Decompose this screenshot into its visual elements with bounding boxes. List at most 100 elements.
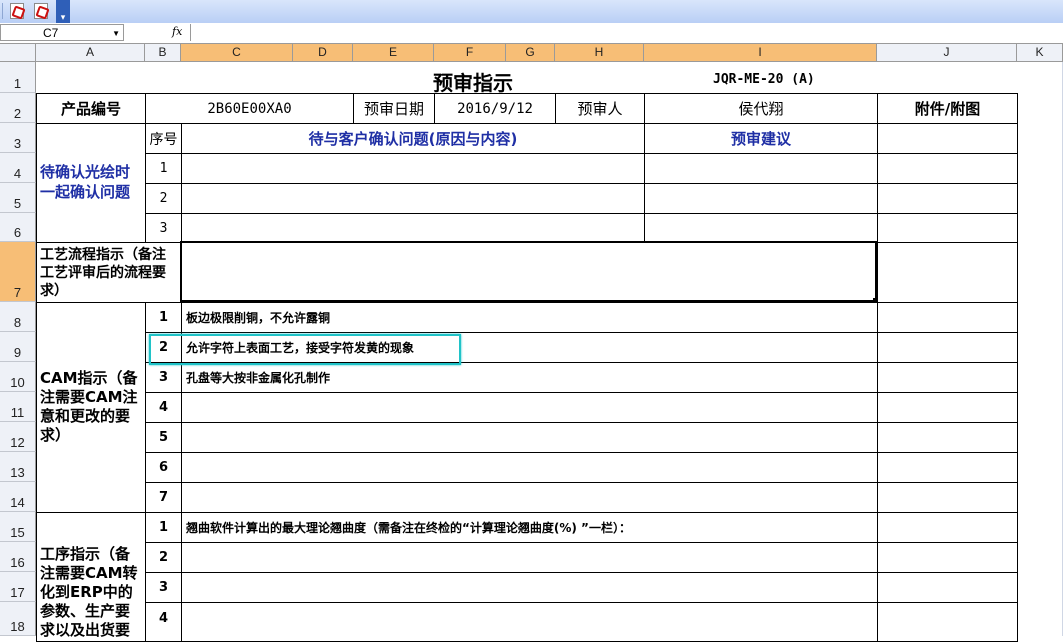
attachment-cell[interactable]: [877, 482, 1018, 513]
column-header-c[interactable]: C: [181, 44, 293, 62]
row-header-9[interactable]: 9: [0, 332, 36, 362]
process-input-cell[interactable]: [181, 242, 878, 303]
confirm-seq-2[interactable]: 2: [145, 183, 182, 214]
proc-item-1[interactable]: 翘曲软件计算出的最大理论翘曲度（需备注在终检的“计算理论翘曲度(%) ”一栏）：: [181, 512, 878, 543]
cam-seq-1[interactable]: 1: [145, 302, 182, 333]
confirm-suggest-cell[interactable]: [644, 183, 878, 214]
cam-seq-7[interactable]: 7: [145, 482, 182, 513]
row-header-11[interactable]: 11: [0, 392, 36, 422]
column-header-e[interactable]: E: [353, 44, 434, 62]
function-icon[interactable]: fx: [172, 25, 182, 38]
confirm-seq-1[interactable]: 1: [145, 153, 182, 184]
suggest-header[interactable]: 预审建议: [644, 123, 878, 154]
column-header-g[interactable]: G: [506, 44, 555, 62]
cam-seq-5[interactable]: 5: [145, 422, 182, 453]
confirm-issue-cell[interactable]: [181, 183, 645, 214]
row-header-4[interactable]: 4: [0, 153, 36, 183]
attachment-cell[interactable]: [877, 123, 1018, 154]
attachment-cell[interactable]: [877, 572, 1018, 603]
attachment-cell[interactable]: [877, 542, 1018, 573]
attachment-cell[interactable]: [877, 362, 1018, 393]
proc-seq-1[interactable]: 1: [145, 512, 182, 543]
row-header-13[interactable]: 13: [0, 452, 36, 482]
toolbar-options-button[interactable]: ▾: [56, 0, 70, 23]
confirm-suggest-cell[interactable]: [644, 213, 878, 243]
review-date-value[interactable]: 2016/9/12: [434, 93, 556, 124]
column-header-i[interactable]: I: [644, 44, 877, 62]
column-header-a[interactable]: A: [36, 44, 145, 62]
name-box-value: C7: [43, 26, 59, 40]
row-header-15[interactable]: 15: [0, 512, 36, 542]
attachment-cell[interactable]: [877, 512, 1018, 543]
cam-item-5[interactable]: [181, 422, 878, 453]
column-header-b[interactable]: B: [145, 44, 181, 62]
row-header-8[interactable]: 8: [0, 302, 36, 332]
row-header-16[interactable]: 16: [0, 542, 36, 572]
attachment-cell[interactable]: [877, 183, 1018, 214]
row-header-10[interactable]: 10: [0, 362, 36, 392]
select-all-corner[interactable]: [0, 44, 36, 62]
row-header-12[interactable]: 12: [0, 422, 36, 452]
attachment-cell[interactable]: [877, 213, 1018, 243]
column-header-f[interactable]: F: [434, 44, 506, 62]
row-header-6[interactable]: 6: [0, 213, 36, 242]
proc-item-3[interactable]: [181, 572, 878, 603]
reviewer-value[interactable]: 侯代翔: [644, 93, 878, 124]
cam-item-1[interactable]: 板边极限削铜，不允许露铜: [181, 302, 878, 333]
proc-seq-4[interactable]: 4: [145, 602, 182, 642]
title-cell[interactable]: 预审指示 JQR-ME-20 (A): [36, 62, 1017, 94]
confirm-issue-cell[interactable]: [181, 213, 645, 243]
row-header-1[interactable]: 1: [0, 62, 36, 93]
proc-item-2[interactable]: [181, 542, 878, 573]
column-header-j[interactable]: J: [877, 44, 1017, 62]
issues-header[interactable]: 待与客户确认问题(原因与内容): [181, 123, 645, 154]
pdf-icon[interactable]: [8, 2, 26, 20]
cam-seq-4[interactable]: 4: [145, 392, 182, 423]
cam-section-label[interactable]: CAM指示（备注需要CAM注意和更改的要求）: [36, 302, 146, 513]
proc-item-4[interactable]: [181, 602, 878, 642]
row-header-5[interactable]: 5: [0, 183, 36, 213]
attachment-cell[interactable]: [877, 153, 1018, 184]
cam-seq-6[interactable]: 6: [145, 452, 182, 483]
attachment-cell[interactable]: [877, 602, 1018, 642]
proc-section-label[interactable]: 工序指示（备注需要CAM转化到ERP中的参数、生产要求以及出货要: [36, 512, 146, 642]
pdf-settings-icon[interactable]: [32, 2, 50, 20]
cam-seq-3[interactable]: 3: [145, 362, 182, 393]
product-no-value[interactable]: 2B60E00XA0: [145, 93, 354, 124]
attachment-cell[interactable]: [877, 392, 1018, 423]
column-header-k[interactable]: K: [1017, 44, 1063, 62]
attachment-cell[interactable]: [877, 452, 1018, 483]
confirm-issue-cell[interactable]: [181, 153, 645, 184]
product-no-label[interactable]: 产品编号: [36, 93, 146, 124]
row-header-7[interactable]: 7: [0, 242, 36, 302]
chevron-down-icon[interactable]: ▼: [112, 25, 120, 42]
highlight-annotation: [149, 334, 461, 365]
attachment-label[interactable]: 附件/附图: [877, 93, 1018, 124]
process-section-label[interactable]: 工艺流程指示（备注工艺评审后的流程要求）: [36, 242, 182, 303]
formula-input[interactable]: [190, 24, 1063, 41]
column-header-h[interactable]: H: [555, 44, 644, 62]
review-date-label[interactable]: 预审日期: [353, 93, 435, 124]
row-header-17[interactable]: 17: [0, 572, 36, 602]
attachment-cell[interactable]: [877, 302, 1018, 333]
proc-seq-3[interactable]: 3: [145, 572, 182, 603]
column-header-d[interactable]: D: [293, 44, 353, 62]
reviewer-label[interactable]: 预审人: [555, 93, 645, 124]
seq-label[interactable]: 序号: [145, 123, 182, 154]
confirm-seq-3[interactable]: 3: [145, 213, 182, 243]
attachment-cell[interactable]: [877, 422, 1018, 453]
cam-item-4[interactable]: [181, 392, 878, 423]
cam-item-3[interactable]: 孔盘等大按非金属化孔制作: [181, 362, 878, 393]
cam-item-6[interactable]: [181, 452, 878, 483]
row-header-18[interactable]: 18: [0, 602, 36, 636]
name-box[interactable]: C7 ▼: [0, 24, 124, 41]
row-header-14[interactable]: 14: [0, 482, 36, 512]
attachment-cell[interactable]: [877, 242, 1018, 303]
row-header-3[interactable]: 3: [0, 123, 36, 153]
proc-seq-2[interactable]: 2: [145, 542, 182, 573]
confirm-section-label[interactable]: 待确认光绘时一起确认问题: [36, 123, 146, 243]
confirm-suggest-cell[interactable]: [644, 153, 878, 184]
attachment-cell[interactable]: [877, 332, 1018, 363]
cam-item-7[interactable]: [181, 482, 878, 513]
row-header-2[interactable]: 2: [0, 93, 36, 123]
